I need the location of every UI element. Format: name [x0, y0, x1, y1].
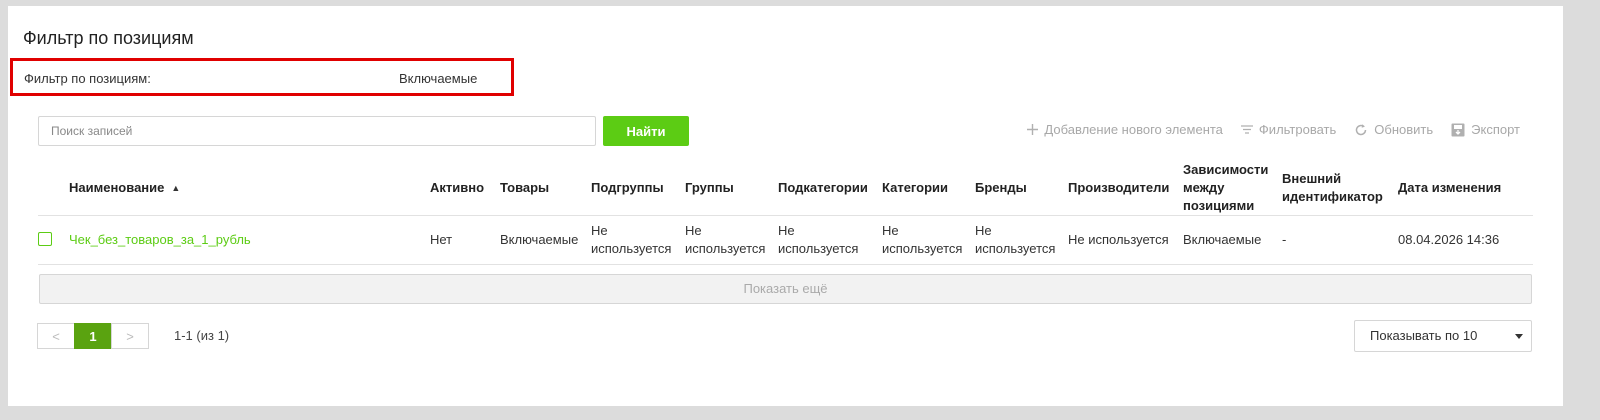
refresh-button[interactable]: Обновить	[1354, 122, 1433, 137]
cell-active: Нет	[430, 232, 453, 247]
column-header-modified-date[interactable]: Дата изменения	[1398, 160, 1501, 215]
column-header-goods[interactable]: Товары	[500, 160, 549, 215]
add-element-button[interactable]: Добавление нового элемента	[1027, 122, 1223, 137]
column-header-position-dependencies[interactable]: Зависимости между позициями	[1183, 160, 1268, 215]
refresh-icon	[1354, 123, 1368, 137]
cell-modified-date: 08.04.2026 14:36	[1398, 232, 1500, 247]
show-more-button[interactable]: Показать ещё	[39, 274, 1532, 304]
page-1-button[interactable]: 1	[74, 323, 112, 349]
caret-down-icon	[1515, 334, 1523, 339]
toolbar: Добавление нового элемента Фильтровать О…	[1027, 122, 1520, 137]
pagination-info: 1-1 (из 1)	[174, 328, 230, 343]
cell-subgroups: Не используется	[591, 223, 672, 256]
cell-manufacturers: Не используется	[1068, 232, 1169, 247]
column-header-subgroups[interactable]: Подгруппы	[591, 160, 664, 215]
row-checkbox[interactable]	[38, 232, 52, 246]
refresh-label: Обновить	[1374, 122, 1434, 137]
search-input[interactable]	[38, 116, 596, 146]
filter-summary-row: Фильтр по позициям: Включаемые	[10, 58, 514, 96]
cell-groups: Не используется	[685, 223, 766, 256]
cell-brands: Не используется	[975, 223, 1056, 256]
table-header: Наименование ▲ Активно Товары Подгруппы …	[38, 160, 1533, 216]
plus-icon	[1027, 124, 1039, 135]
prev-page-button[interactable]: <	[37, 323, 75, 349]
export-icon	[1451, 123, 1465, 137]
column-header-categories[interactable]: Категории	[882, 160, 948, 215]
add-element-label: Добавление нового элемента	[1044, 122, 1223, 137]
record-name-link[interactable]: Чек_без_товаров_за_1_рубль	[69, 231, 251, 249]
page-title: Фильтр по позициям	[23, 28, 194, 48]
filter-label: Фильтровать	[1258, 122, 1337, 137]
column-header-active[interactable]: Активно	[430, 160, 484, 215]
export-button[interactable]: Экспорт	[1451, 122, 1520, 137]
cell-position-dependencies: Включаемые	[1183, 232, 1262, 247]
filter-value: Включаемые	[399, 71, 478, 86]
cell-goods: Включаемые	[500, 232, 579, 247]
filter-icon	[1240, 125, 1253, 134]
next-page-button[interactable]: >	[111, 323, 149, 349]
filter-label: Фильтр по позициям:	[24, 71, 151, 86]
cell-categories: Не используется	[882, 223, 963, 256]
table-row[interactable]: Чек_без_товаров_за_1_рубль Нет Включаемы…	[38, 216, 1533, 265]
cell-name[interactable]: Чек_без_товаров_за_1_рубль	[69, 216, 251, 264]
cell-external-id: -	[1282, 232, 1287, 247]
column-header-brands[interactable]: Бренды	[975, 160, 1027, 215]
find-button[interactable]: Найти	[603, 116, 689, 146]
page-size-label: Показывать по 10	[1370, 328, 1478, 343]
column-header-groups[interactable]: Группы	[685, 160, 734, 215]
page-size-select[interactable]: Показывать по 10	[1354, 320, 1532, 352]
column-header-subcategories[interactable]: Подкатегории	[778, 160, 868, 215]
content-panel: Фильтр по позициям Фильтр по позициям: В…	[8, 6, 1563, 406]
column-header-external-id[interactable]: Внешний идентификатор	[1282, 160, 1383, 215]
pagination: < 1 >	[37, 323, 149, 349]
sort-asc-icon: ▲	[171, 182, 181, 193]
cell-subcategories: Не используется	[778, 223, 859, 256]
column-header-manufacturers[interactable]: Производители	[1068, 160, 1169, 215]
export-label: Экспорт	[1471, 122, 1520, 137]
column-header-name[interactable]: Наименование ▲	[69, 160, 180, 215]
filter-button[interactable]: Фильтровать	[1240, 122, 1337, 137]
